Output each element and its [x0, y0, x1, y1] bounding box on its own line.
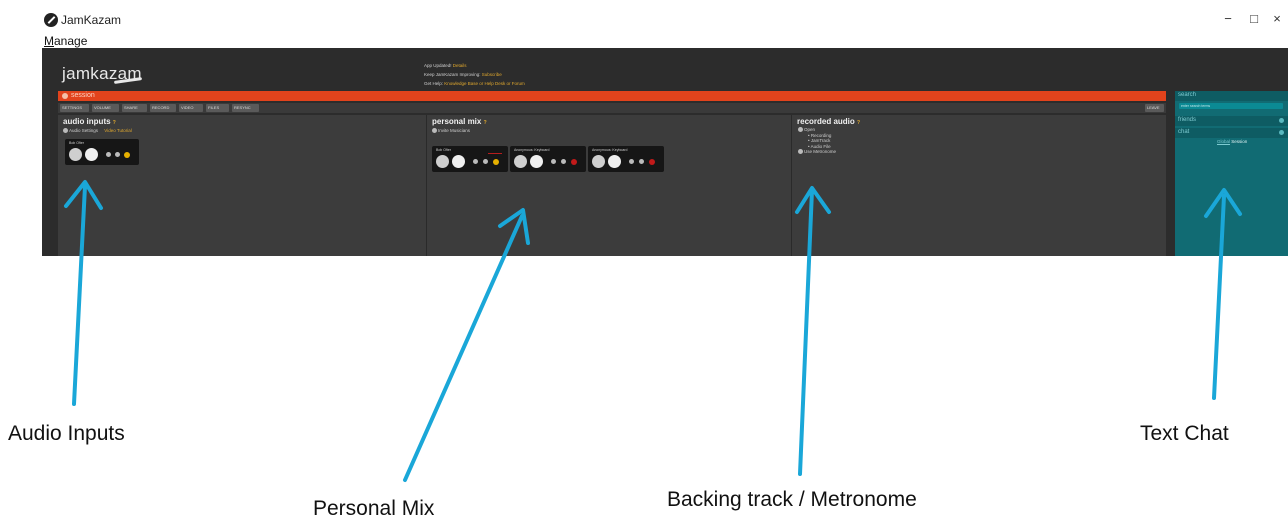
arrow-personal-mix — [403, 208, 530, 482]
arrow-audio-inputs — [64, 180, 103, 406]
screenshot-root: JamKazam − □ × Manage jamkazam App Updat… — [0, 0, 1288, 522]
arrow-backing-track — [795, 186, 831, 476]
label-audio-inputs: Audio Inputs — [8, 422, 125, 445]
label-personal-mix: Personal Mix — [313, 497, 435, 520]
arrow-text-chat — [1204, 188, 1242, 400]
label-backing-track: Backing track / Metronome — [667, 488, 917, 511]
label-text-chat: Text Chat — [1140, 422, 1229, 445]
annotation-arrows — [64, 180, 1242, 482]
